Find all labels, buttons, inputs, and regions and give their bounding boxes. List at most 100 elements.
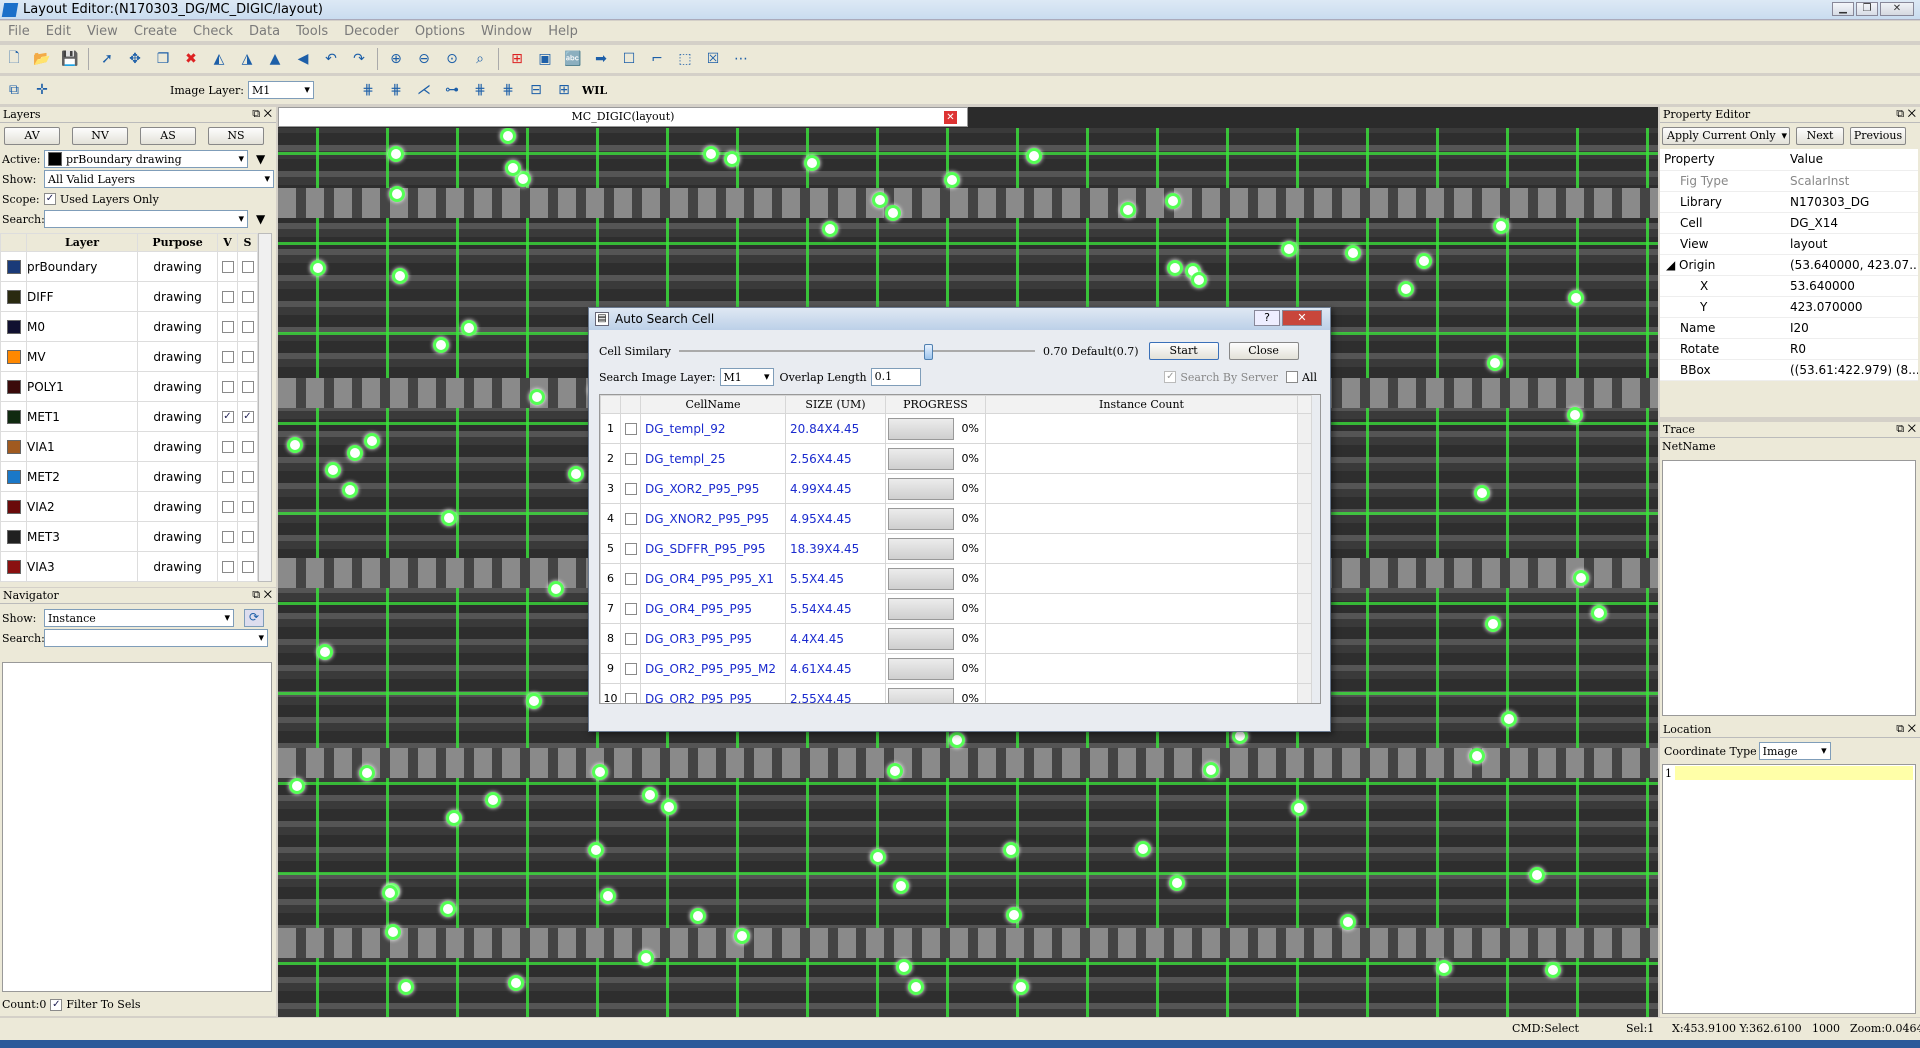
active-menu-icon[interactable]: ▼ xyxy=(256,152,265,166)
delete-icon[interactable]: ✖ xyxy=(179,48,203,70)
tab-mc-digic[interactable]: MC_DIGIC(layout) ✕ xyxy=(278,107,968,127)
instance-icon[interactable]: ⊞ xyxy=(505,48,529,70)
align-8-icon[interactable]: ⊞ xyxy=(552,79,576,101)
property-row[interactable]: BBox ((53.61:422.979) (8... xyxy=(1660,359,1918,381)
cell-row[interactable]: 4 DG_XNOR2_P95_P95 4.95X4.45 0% xyxy=(600,503,1312,534)
visible-checkbox[interactable] xyxy=(221,261,234,273)
selectable-checkbox[interactable] xyxy=(241,441,254,453)
selectable-checkbox[interactable] xyxy=(241,351,254,363)
image-layer-select[interactable]: M1 xyxy=(247,81,314,99)
zoom-in-icon[interactable]: ⊕ xyxy=(384,48,408,70)
align-6-icon[interactable]: ⋕ xyxy=(496,79,520,101)
property-row[interactable]: Name I20 xyxy=(1660,317,1918,339)
selectable-checkbox[interactable] xyxy=(241,291,254,303)
cell-checkbox[interactable] xyxy=(624,423,637,435)
next-button[interactable]: Next xyxy=(1796,127,1844,145)
visible-checkbox[interactable] xyxy=(221,351,234,363)
similarity-slider[interactable] xyxy=(679,344,1036,360)
property-row[interactable]: Library N170303_DG xyxy=(1660,191,1918,213)
visible-checkbox[interactable] xyxy=(221,321,234,333)
cell-checkbox[interactable] xyxy=(624,693,637,703)
table-scrollbar[interactable] xyxy=(1297,683,1312,703)
layer-row[interactable]: VIA2 drawing xyxy=(0,491,258,522)
new-icon[interactable]: 🗋 xyxy=(2,48,26,70)
maximize-button[interactable]: ❐ xyxy=(1856,2,1878,16)
by-server-checkbox[interactable]: ✓ xyxy=(1164,371,1177,383)
table-scrollbar[interactable] xyxy=(1297,623,1312,654)
menu-create[interactable]: Create xyxy=(126,24,185,39)
minimize-button[interactable]: ▁ xyxy=(1832,2,1854,16)
visible-checkbox[interactable] xyxy=(221,561,234,573)
col-progress[interactable]: PROGRESS xyxy=(885,395,986,414)
similarity-slider-thumb[interactable] xyxy=(924,344,934,360)
cell-checkbox[interactable] xyxy=(624,663,637,675)
cell-checkbox[interactable] xyxy=(624,543,637,555)
zoom-fit-icon[interactable]: ⊙ xyxy=(440,48,464,70)
menu-check[interactable]: Check xyxy=(185,24,241,39)
nav-show-select[interactable]: Instance xyxy=(44,609,234,627)
ruler-icon[interactable]: ⋯ xyxy=(729,48,753,70)
visible-checkbox[interactable] xyxy=(221,291,234,303)
property-row[interactable]: Cell DG_X14 xyxy=(1660,212,1918,234)
search-layer-select[interactable]: M1 xyxy=(719,368,774,386)
ns-button[interactable]: NS xyxy=(208,127,264,145)
layer-row[interactable]: POLY1 drawing xyxy=(0,371,258,402)
panel-float-close-icon[interactable]: ⧉ ✕ xyxy=(252,588,272,602)
mirror-icon[interactable]: ◀ xyxy=(291,48,315,70)
cell-row[interactable]: 3 DG_XOR2_P95_P95 4.99X4.45 0% xyxy=(600,473,1312,504)
menu-options[interactable]: Options xyxy=(407,24,473,39)
cell-row[interactable]: 10 DG_OR2_P95_P95 2.55X4.45 0% xyxy=(600,683,1312,703)
rectangle-icon[interactable]: ▣ xyxy=(533,48,557,70)
layer-row[interactable]: VIA1 drawing xyxy=(0,431,258,462)
col-size[interactable]: SIZE (UM) xyxy=(785,395,886,414)
panel-float-close-icon[interactable]: ⧉ ✕ xyxy=(252,107,272,121)
menu-window[interactable]: Window xyxy=(473,24,540,39)
dialog-close-x-button[interactable]: ✕ xyxy=(1282,310,1322,326)
menu-edit[interactable]: Edit xyxy=(38,24,79,39)
table-scrollbar[interactable] xyxy=(1297,443,1312,474)
flip-icon[interactable]: ▲ xyxy=(263,48,287,70)
align-4-icon[interactable]: ⊶ xyxy=(440,79,464,101)
close-button[interactable]: Close xyxy=(1228,342,1299,360)
location-row-input[interactable] xyxy=(1675,766,1913,780)
layer-row[interactable]: prBoundary drawing xyxy=(0,251,258,282)
start-button[interactable]: Start xyxy=(1148,342,1219,360)
visible-checkbox[interactable] xyxy=(221,381,234,393)
wl-button[interactable]: WIL xyxy=(582,84,607,97)
panel-float-close-icon[interactable]: ⧉ ✕ xyxy=(1896,422,1916,436)
av-button[interactable]: AV xyxy=(4,127,60,145)
property-row[interactable]: X 53.640000 xyxy=(1660,275,1918,297)
selectable-checkbox[interactable] xyxy=(241,471,254,483)
table-scrollbar[interactable] xyxy=(1297,593,1312,624)
box-icon[interactable]: ☐ xyxy=(617,48,641,70)
property-row[interactable]: View layout xyxy=(1660,233,1918,255)
cell-row[interactable]: 7 DG_OR4_P95_P95 5.54X4.45 0% xyxy=(600,593,1312,624)
table-scrollbar[interactable] xyxy=(1297,413,1312,444)
selectable-checkbox[interactable] xyxy=(241,531,254,543)
apply-dropdown-icon[interactable]: ▾ xyxy=(1781,128,1787,144)
nav-search-input[interactable] xyxy=(44,629,268,647)
cell-checkbox[interactable] xyxy=(624,573,637,585)
menu-data[interactable]: Data xyxy=(241,24,288,39)
cell-row[interactable]: 5 DG_SDFFR_P95_P95 18.39X4.45 0% xyxy=(600,533,1312,564)
coord-type-select[interactable]: Image xyxy=(1758,742,1831,760)
all-checkbox[interactable] xyxy=(1286,371,1299,383)
panel-float-close-icon[interactable]: ⧉ ✕ xyxy=(1896,107,1916,121)
previous-button[interactable]: Previous xyxy=(1850,127,1906,145)
col-instance-count[interactable]: Instance Count xyxy=(985,395,1298,414)
selectable-checkbox[interactable] xyxy=(241,381,254,393)
layer-row[interactable]: M0 drawing xyxy=(0,311,258,342)
table-scrollbar[interactable] xyxy=(1297,563,1312,594)
table-scrollbar[interactable] xyxy=(1297,473,1312,504)
visible-checkbox[interactable] xyxy=(221,471,234,483)
layers-icon[interactable]: ⧉ xyxy=(2,79,26,101)
cell-row[interactable]: 1 DG_templ_92 20.84X4.45 0% xyxy=(600,413,1312,444)
align-5-icon[interactable]: ⋕ xyxy=(468,79,492,101)
layer-row[interactable]: MET2 drawing xyxy=(0,461,258,492)
close-window-button[interactable]: ✕ xyxy=(1880,2,1914,16)
selectable-checkbox[interactable] xyxy=(241,501,254,513)
col-v[interactable]: V xyxy=(217,233,238,252)
search-menu-icon[interactable]: ▼ xyxy=(256,212,265,226)
as-button[interactable]: AS xyxy=(140,127,196,145)
dialog-help-button[interactable]: ? xyxy=(1254,310,1280,326)
